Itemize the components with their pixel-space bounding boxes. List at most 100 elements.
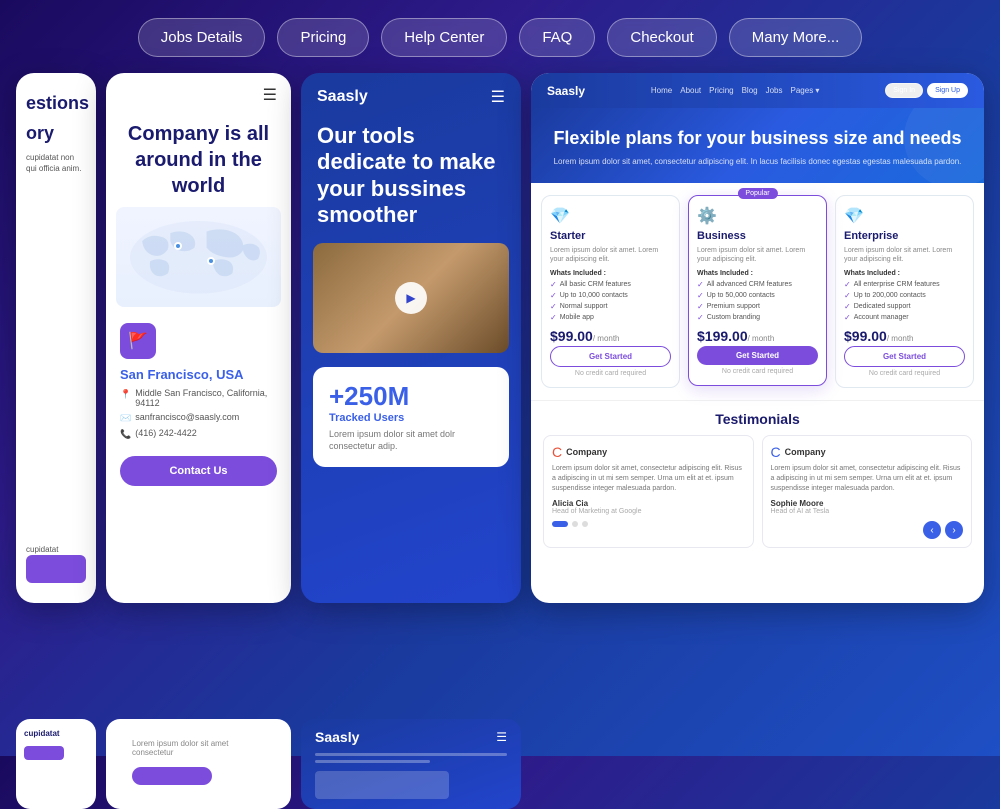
bottom-saasly-header: Saasly ☰ [315, 729, 507, 745]
testimonial-2-role: Head of AI at Tesla [771, 508, 964, 515]
enterprise-feature-4: ✓Account manager [844, 313, 965, 322]
starter-icon: 💎 [550, 206, 671, 226]
main-content-area: estions ory cupidatat non qui officia an… [0, 73, 1000, 709]
nav-pill-checkout[interactable]: Checkout [607, 18, 716, 57]
nav-link-pricing[interactable]: Pricing [709, 86, 733, 95]
bottom-bar-2 [315, 760, 430, 763]
starter-feature-2: ✓Up to 10,000 contacts [550, 291, 671, 300]
bottom-left-badge [24, 746, 64, 760]
pricing-nav-links: Home About Pricing Blog Jobs Pages ▾ [651, 86, 820, 95]
pricing-nav-actions: Sign In Sign Up [885, 83, 968, 98]
company-location: San Francisco, USA [120, 367, 277, 382]
nav-link-about[interactable]: About [680, 86, 701, 95]
starter-no-card: No credit card required [550, 370, 671, 377]
sign-up-button[interactable]: Sign Up [927, 83, 968, 98]
bottom-saasly-block [315, 771, 449, 799]
nav-pill-many-more[interactable]: Many More... [729, 18, 863, 57]
dot-1-active [552, 521, 568, 527]
testimonial-1-company: C Company [552, 444, 745, 460]
business-features-title: Whats Included : [697, 270, 818, 277]
hamburger-icon[interactable]: ☰ [263, 85, 277, 105]
testimonial-1-text: Lorem ipsum dolor sit amet, consectetur … [552, 464, 745, 493]
company-card-title: Company is all around in the world [106, 105, 291, 207]
phone-icon: 📞 [120, 429, 131, 440]
saasly-logo: Saasly [317, 88, 368, 106]
nav-link-pages[interactable]: Pages ▾ [791, 86, 820, 95]
company-info-section: 🚩 San Francisco, USA 📍 Middle San Franci… [106, 307, 291, 486]
enterprise-price: $99.00/ month [844, 328, 965, 344]
enterprise-feature-1: ✓All enterprise CRM features [844, 280, 965, 289]
nav-pill-jobs-details[interactable]: Jobs Details [138, 18, 266, 57]
enterprise-cta-button[interactable]: Get Started [844, 346, 965, 367]
next-arrow-button[interactable]: › [945, 521, 963, 539]
company-2-logo-icon: C [771, 444, 781, 460]
nav-link-blog[interactable]: Blog [742, 86, 758, 95]
sign-in-button[interactable]: Sign In [885, 83, 923, 98]
enterprise-feature-2: ✓Up to 200,000 contacts [844, 291, 965, 300]
left-card-bottom-text: cupidatat [26, 544, 86, 555]
testimonial-1-role: Head of Marketing at Google [552, 508, 745, 515]
saasly-mobile-card: Saasly ☰ Our tools dedicate to make your… [301, 73, 521, 603]
nav-link-home[interactable]: Home [651, 86, 672, 95]
saasly-hamburger-icon[interactable]: ☰ [491, 87, 505, 107]
business-icon: ⚙️ [697, 206, 818, 226]
testimonial-2-author: Sophie Moore [771, 499, 964, 508]
left-card-text: cupidatat non qui officia anim. [26, 152, 86, 174]
testimonials-heading: Testimonials [543, 411, 972, 427]
enterprise-desc: Lorem ipsum dolor sit amet. Lorem your a… [844, 246, 965, 264]
testimonials-section: Testimonials C Company Lorem ipsum dolor… [531, 400, 984, 558]
saasly-video-thumbnail[interactable]: ▶ [313, 243, 509, 353]
bottom-left-title: cupidatat [24, 729, 88, 738]
pricing-hero-section: Flexible plans for your business size an… [531, 108, 984, 183]
left-card-title1: estions [26, 93, 86, 115]
stats-number: +250M [329, 381, 493, 412]
business-feature-3: ✓Premium support [697, 302, 818, 311]
starter-features-title: Whats Included : [550, 270, 671, 277]
nav-pill-faq[interactable]: FAQ [519, 18, 595, 57]
pricing-tier-business: Popular ⚙️ Business Lorem ipsum dolor si… [688, 195, 827, 386]
popular-badge: Popular [737, 188, 777, 199]
testimonials-grid: C Company Lorem ipsum dolor sit amet, co… [543, 435, 972, 548]
testimonial-2-company: C Company [771, 444, 964, 460]
company-email: ✉️ sanfrancisco@saasly.com [120, 412, 277, 424]
starter-name: Starter [550, 230, 671, 242]
starter-feature-4: ✓Mobile app [550, 313, 671, 322]
location-dot-1 [174, 242, 182, 250]
testimonial-1-author: Alicia Cia [552, 499, 745, 508]
enterprise-no-card: No credit card required [844, 370, 965, 377]
starter-cta-button[interactable]: Get Started [550, 346, 671, 367]
testimonial-2-arrows: ‹ › [771, 521, 964, 539]
pricing-hero-subtitle: Lorem ipsum dolor sit amet, consectetur … [547, 156, 968, 167]
bottom-saasly-logo: Saasly [315, 729, 359, 745]
play-button[interactable]: ▶ [395, 282, 427, 314]
business-cta-button[interactable]: Get Started [697, 346, 818, 365]
nav-link-jobs[interactable]: Jobs [766, 86, 783, 95]
dot-1-2 [572, 521, 578, 527]
nav-pill-help-center[interactable]: Help Center [381, 18, 507, 57]
business-name: Business [697, 230, 818, 242]
dot-1-3 [582, 521, 588, 527]
business-desc: Lorem ipsum dolor sit amet. Lorem your a… [697, 246, 818, 264]
saasly-stats-card: +250M Tracked Users Lorem ipsum dolor si… [313, 367, 509, 467]
enterprise-features-title: Whats Included : [844, 270, 965, 277]
prev-arrow-button[interactable]: ‹ [923, 521, 941, 539]
email-icon: ✉️ [120, 413, 131, 424]
starter-price: $99.00/ month [550, 328, 671, 344]
left-card-title2: ory [26, 123, 86, 145]
bottom-card-row: cupidatat Lorem ipsum dolor sit amet con… [0, 709, 1000, 809]
starter-feature-1: ✓All basic CRM features [550, 280, 671, 289]
testimonial-2: C Company Lorem ipsum dolor sit amet, co… [762, 435, 973, 548]
business-no-card: No credit card required [697, 368, 818, 375]
top-navigation: Jobs Details Pricing Help Center FAQ Che… [0, 0, 1000, 73]
company-2-name: Company [785, 447, 826, 457]
company-1-name: Company [566, 447, 607, 457]
contact-us-button[interactable]: Contact Us [120, 456, 277, 486]
enterprise-icon: 💎 [844, 206, 965, 226]
pricing-tier-enterprise: 💎 Enterprise Lorem ipsum dolor sit amet.… [835, 195, 974, 388]
testimonial-1: C Company Lorem ipsum dolor sit amet, co… [543, 435, 754, 548]
starter-desc: Lorem ipsum dolor sit amet. Lorem your a… [550, 246, 671, 264]
nav-pill-pricing[interactable]: Pricing [277, 18, 369, 57]
enterprise-feature-3: ✓Dedicated support [844, 302, 965, 311]
bottom-left-card: cupidatat [16, 719, 96, 809]
bottom-saasly-hamburger[interactable]: ☰ [496, 730, 507, 744]
